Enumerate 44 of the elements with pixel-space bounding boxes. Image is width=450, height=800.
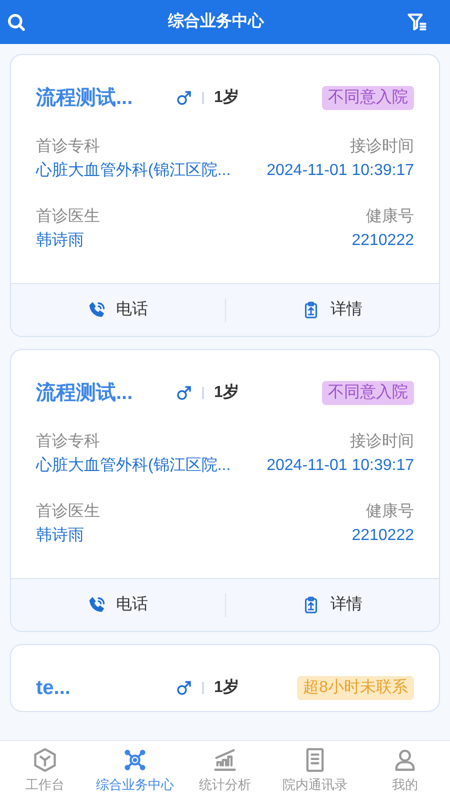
field-value: 韩诗雨	[36, 526, 84, 546]
status-badge: 不同意入院	[322, 381, 414, 405]
field-value: 2024-11-01 10:39:17	[266, 161, 414, 181]
page-title: 综合业务中心	[168, 11, 264, 32]
search-icon[interactable]	[6, 12, 26, 32]
hexagon-icon	[32, 746, 58, 773]
patient-card[interactable]: 流程测试... 1岁 不同意入院 首诊专科 心脏大血管外科(锦江区院... 接诊时间 2024-11-01 10:39:17 首诊医生 韩诗雨 健康号 2210222 电话 详情	[10, 349, 440, 632]
field-value: 2024-11-01 10:39:17	[266, 456, 414, 476]
field-label: 首诊专科	[36, 432, 100, 452]
male-icon	[176, 385, 192, 401]
tab-item[interactable]: 综合业务中心	[90, 741, 180, 800]
call-button[interactable]: 电话	[88, 593, 148, 617]
field-value: 心脏大血管外科(锦江区院...	[36, 160, 231, 181]
field-label: 健康号	[366, 502, 414, 522]
field-value: 2210222	[352, 526, 414, 546]
field-label: 首诊医生	[36, 502, 100, 522]
status-badge: 不同意入院	[322, 86, 414, 110]
field-value: 韩诗雨	[36, 230, 84, 251]
patient-age: 1岁	[214, 88, 239, 108]
details-button[interactable]: 详情	[302, 298, 362, 322]
patient-name: 流程测试...	[36, 86, 134, 111]
male-icon	[176, 90, 192, 106]
patient-age: 1岁	[214, 678, 239, 698]
field-value: 心脏大血管外科(锦江区院...	[36, 456, 231, 476]
status-badge: 超8小时未联系	[297, 676, 414, 700]
network-icon	[122, 746, 148, 773]
field-label: 接诊时间	[350, 136, 414, 157]
patient-card[interactable]: 流程测试... 1岁 不同意入院 首诊专科 心脏大血管外科(锦江区院... 接诊时间 2024-11-01 10:39:17 首诊医生 韩诗雨 健康号 2210222 电话 详情	[10, 54, 440, 337]
phone-icon	[88, 596, 106, 614]
bar-chart-icon	[212, 746, 238, 773]
details-button[interactable]: 详情	[302, 593, 362, 617]
field-label: 首诊专科	[36, 136, 100, 157]
patient-age: 1岁	[214, 382, 239, 403]
filter-icon[interactable]	[406, 11, 428, 33]
field-label: 接诊时间	[350, 432, 414, 452]
male-icon	[176, 680, 192, 696]
field-label: 首诊医生	[36, 206, 100, 227]
patient-card[interactable]: te... 1岁 超8小时未联系	[10, 644, 440, 712]
patient-name: te...	[36, 676, 72, 701]
phone-icon	[88, 301, 106, 319]
patient-name: 流程测试...	[36, 380, 134, 406]
field-label: 健康号	[366, 206, 414, 227]
call-button[interactable]: 电话	[88, 298, 148, 322]
field-value: 2210222	[352, 231, 414, 251]
